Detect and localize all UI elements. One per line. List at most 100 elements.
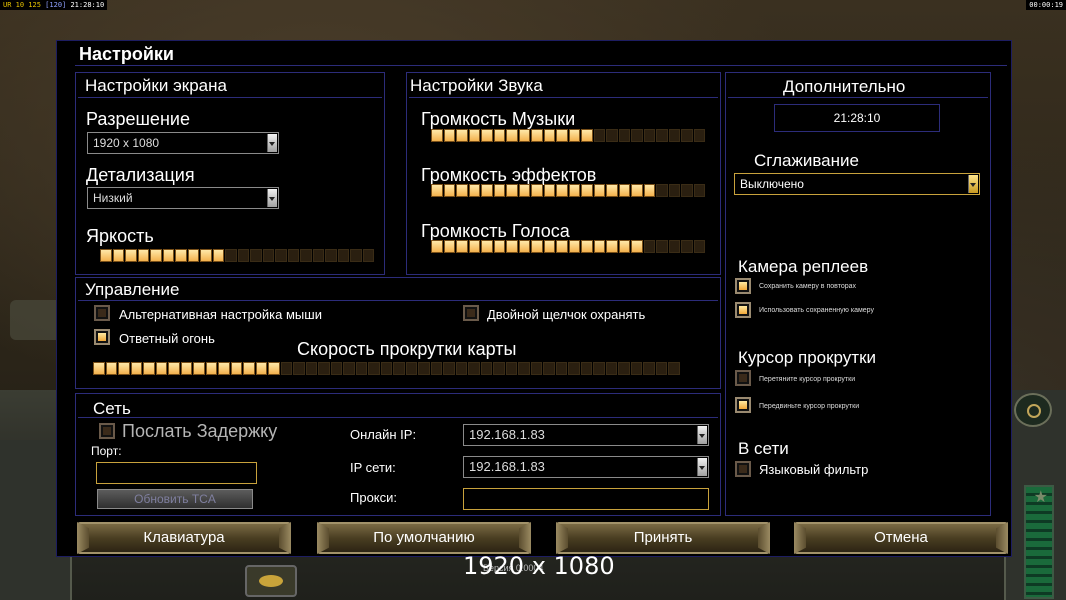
alt-mouse-checkbox[interactable]: [94, 305, 110, 321]
slider-segment[interactable]: [543, 184, 555, 197]
slider-segment[interactable]: [287, 249, 299, 262]
slider-segment[interactable]: [480, 362, 492, 375]
slider-segment[interactable]: [305, 362, 317, 375]
slider-segment[interactable]: [325, 249, 337, 262]
slider-segment[interactable]: [481, 184, 493, 197]
slider-segment[interactable]: [668, 362, 680, 375]
slider-segment[interactable]: [180, 362, 192, 375]
slider-segment[interactable]: [543, 362, 555, 375]
slider-segment[interactable]: [555, 362, 567, 375]
scroll-drag-checkbox[interactable]: [735, 370, 751, 386]
slider-segment[interactable]: [443, 184, 455, 197]
slider-segment[interactable]: [300, 249, 312, 262]
slider-segment[interactable]: [543, 129, 555, 142]
slider-segment[interactable]: [405, 362, 417, 375]
slider-segment[interactable]: [593, 362, 605, 375]
port-input[interactable]: [96, 462, 257, 484]
slider-segment[interactable]: [137, 249, 149, 262]
slider-segment[interactable]: [681, 240, 693, 253]
slider-segment[interactable]: [618, 184, 630, 197]
slider-segment[interactable]: [631, 184, 643, 197]
proxy-input[interactable]: [463, 488, 709, 510]
slider-segment[interactable]: [493, 362, 505, 375]
slider-segment[interactable]: [481, 129, 493, 142]
slider-segment[interactable]: [175, 249, 187, 262]
accept-button[interactable]: Принять: [556, 522, 770, 554]
brightness-slider[interactable]: [100, 249, 374, 262]
resolution-dropdown[interactable]: 1920 x 1080: [87, 132, 279, 154]
slider-segment[interactable]: [225, 249, 237, 262]
slider-segment[interactable]: [506, 129, 518, 142]
slider-segment[interactable]: [443, 129, 455, 142]
slider-segment[interactable]: [505, 362, 517, 375]
slider-segment[interactable]: [262, 249, 274, 262]
slider-segment[interactable]: [255, 362, 267, 375]
slider-segment[interactable]: [568, 240, 580, 253]
slider-segment[interactable]: [130, 362, 142, 375]
slider-segment[interactable]: [656, 240, 668, 253]
replay-use-checkbox[interactable]: [735, 302, 751, 318]
lang-filter-checkbox[interactable]: [735, 461, 751, 477]
scroll-move-checkbox[interactable]: [735, 397, 751, 413]
slider-segment[interactable]: [606, 240, 618, 253]
slider-segment[interactable]: [162, 249, 174, 262]
slider-segment[interactable]: [330, 362, 342, 375]
slider-segment[interactable]: [218, 362, 230, 375]
slider-segment[interactable]: [187, 249, 199, 262]
slider-segment[interactable]: [431, 129, 443, 142]
slider-segment[interactable]: [631, 240, 643, 253]
chevron-down-icon[interactable]: [267, 189, 277, 207]
slider-segment[interactable]: [681, 129, 693, 142]
slider-segment[interactable]: [212, 249, 224, 262]
slider-segment[interactable]: [693, 184, 705, 197]
slider-segment[interactable]: [581, 240, 593, 253]
slider-segment[interactable]: [681, 184, 693, 197]
slider-segment[interactable]: [556, 129, 568, 142]
slider-segment[interactable]: [593, 240, 605, 253]
slider-segment[interactable]: [643, 184, 655, 197]
slider-segment[interactable]: [593, 129, 605, 142]
slider-segment[interactable]: [100, 249, 112, 262]
slider-segment[interactable]: [580, 362, 592, 375]
slider-segment[interactable]: [543, 240, 555, 253]
slider-segment[interactable]: [693, 129, 705, 142]
double-click-checkbox[interactable]: [463, 305, 479, 321]
slider-segment[interactable]: [606, 129, 618, 142]
slider-segment[interactable]: [643, 129, 655, 142]
slider-segment[interactable]: [168, 362, 180, 375]
chevron-down-icon[interactable]: [267, 134, 277, 152]
slider-segment[interactable]: [105, 362, 117, 375]
slider-segment[interactable]: [618, 129, 630, 142]
defaults-button[interactable]: По умолчанию: [317, 522, 531, 554]
online-ip-dropdown[interactable]: 192.168.1.83: [463, 424, 709, 446]
hud-command-button[interactable]: [245, 565, 297, 597]
slider-segment[interactable]: [518, 129, 530, 142]
slider-segment[interactable]: [125, 249, 137, 262]
slider-segment[interactable]: [275, 249, 287, 262]
slider-segment[interactable]: [362, 249, 374, 262]
slider-segment[interactable]: [618, 240, 630, 253]
keyboard-button[interactable]: Клавиатура: [77, 522, 291, 554]
slider-segment[interactable]: [518, 240, 530, 253]
slider-segment[interactable]: [193, 362, 205, 375]
slider-segment[interactable]: [237, 249, 249, 262]
slider-segment[interactable]: [150, 249, 162, 262]
effects-volume-slider[interactable]: [431, 184, 705, 197]
antialias-dropdown[interactable]: Выключено: [734, 173, 980, 195]
slider-segment[interactable]: [355, 362, 367, 375]
chevron-down-icon[interactable]: [697, 426, 707, 444]
slider-segment[interactable]: [568, 129, 580, 142]
slider-segment[interactable]: [568, 362, 580, 375]
scroll-speed-slider[interactable]: [93, 362, 680, 375]
voice-volume-slider[interactable]: [431, 240, 705, 253]
chevron-down-icon[interactable]: [968, 175, 978, 193]
slider-segment[interactable]: [205, 362, 217, 375]
cancel-button[interactable]: Отмена: [794, 522, 1008, 554]
slider-segment[interactable]: [350, 249, 362, 262]
send-delay-checkbox[interactable]: [99, 423, 115, 439]
slider-segment[interactable]: [393, 362, 405, 375]
slider-segment[interactable]: [693, 240, 705, 253]
slider-segment[interactable]: [568, 184, 580, 197]
slider-segment[interactable]: [230, 362, 242, 375]
lan-ip-dropdown[interactable]: 192.168.1.83: [463, 456, 709, 478]
